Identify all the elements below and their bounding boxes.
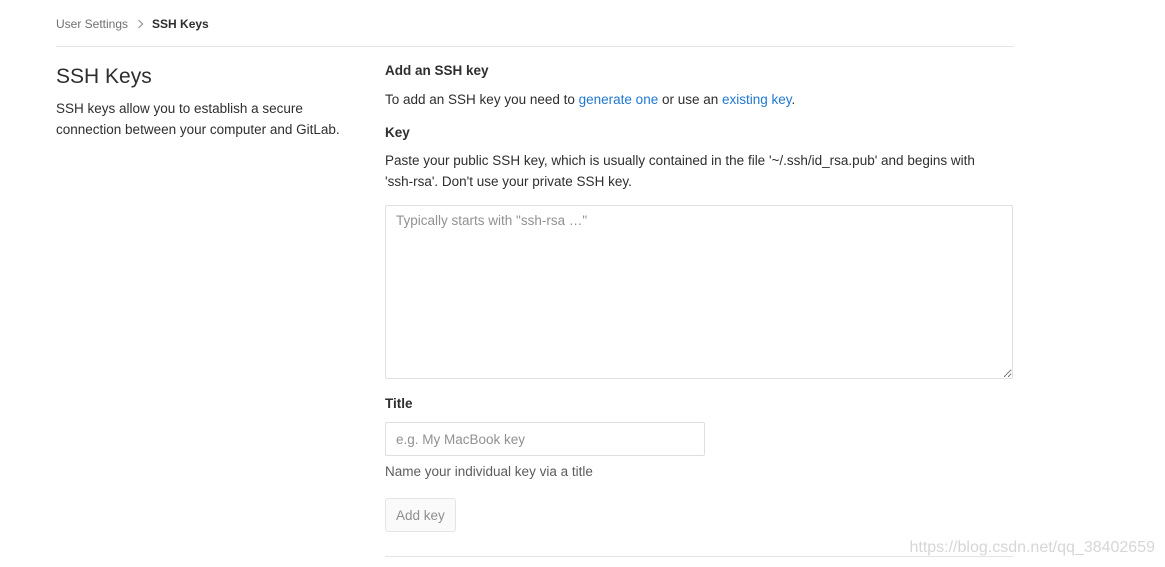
title-help-text: Name your individual key via a title: [385, 464, 593, 479]
breadcrumb-current[interactable]: SSH Keys: [152, 17, 209, 31]
key-textarea[interactable]: [385, 205, 1013, 379]
intro-middle: or use an: [658, 92, 723, 107]
existing-key-link[interactable]: existing key: [722, 92, 792, 107]
intro-prefix: To add an SSH key you need to: [385, 92, 579, 107]
header-divider: [56, 46, 1014, 47]
form-section-title: Add an SSH key: [385, 63, 489, 78]
settings-info-panel: SSH Keys SSH keys allow you to establish…: [56, 63, 356, 140]
key-help-text: Paste your public SSH key, which is usua…: [385, 153, 975, 189]
add-ssh-key-form: Add an SSH key To add an SSH key you nee…: [385, 60, 1015, 532]
page: User Settings SSH Keys SSH Keys SSH keys…: [0, 0, 1165, 567]
title-label: Title: [385, 396, 413, 411]
add-key-button[interactable]: Add key: [385, 498, 456, 532]
form-intro: To add an SSH key you need to generate o…: [385, 89, 1015, 111]
watermark: https://blog.csdn.net/qq_38402659: [909, 539, 1155, 556]
page-description: SSH keys allow you to establish a secure…: [56, 101, 340, 137]
title-input[interactable]: [385, 422, 705, 456]
chevron-right-icon: [134, 19, 144, 29]
intro-suffix: .: [791, 92, 796, 107]
breadcrumb: User Settings SSH Keys: [56, 15, 209, 33]
page-title: SSH Keys: [56, 65, 152, 88]
breadcrumb-user-settings-link[interactable]: User Settings: [56, 17, 128, 31]
key-label: Key: [385, 125, 410, 140]
generate-one-link[interactable]: generate one: [579, 92, 659, 107]
